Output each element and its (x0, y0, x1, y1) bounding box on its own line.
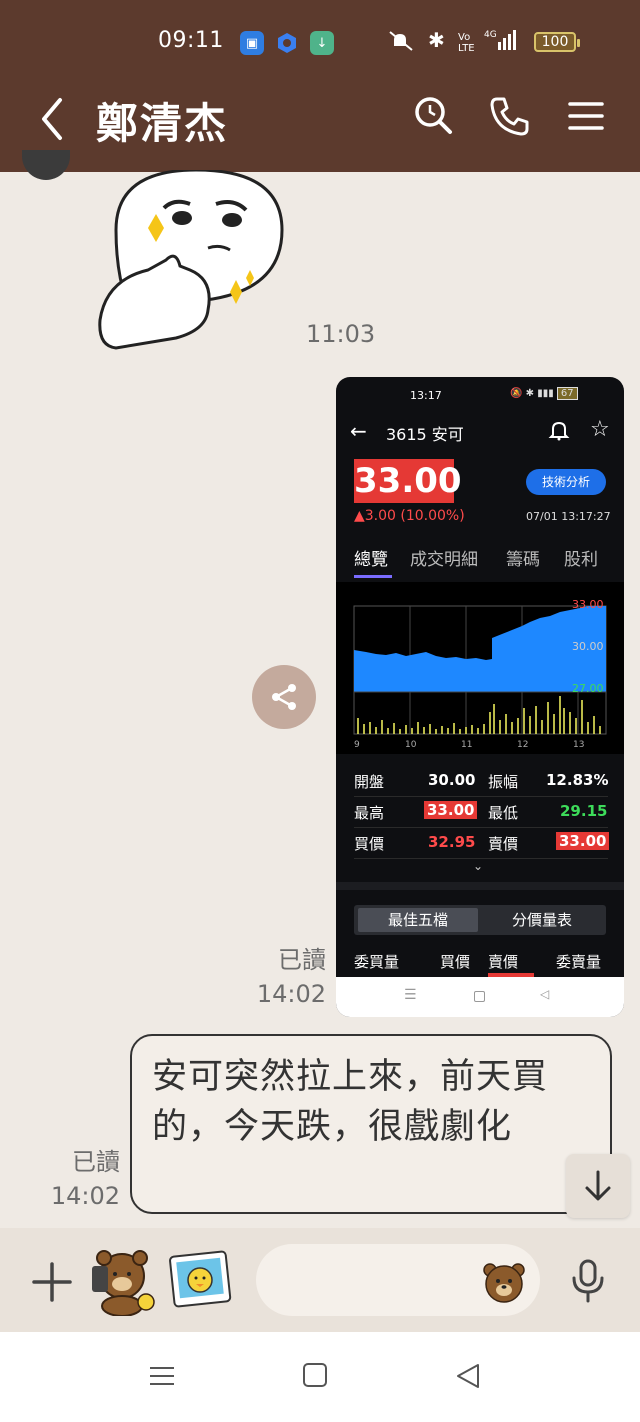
price-change: ▲3.00 (10.00%) (354, 508, 465, 524)
back-nav-icon[interactable] (454, 1362, 482, 1394)
bid-label: 買價 (354, 835, 385, 853)
segment-price-volume: 分價量表 (511, 911, 572, 929)
volte-icon: Vo LTE (458, 32, 475, 54)
search-icon[interactable] (412, 94, 456, 138)
signal-icon: 4G (484, 28, 520, 56)
battery-indicator: 100 (534, 32, 580, 52)
screenshot-back-icon: ← (350, 419, 367, 443)
share-icon (272, 684, 296, 710)
low-label: 最低 (488, 804, 519, 822)
svg-text:4G: 4G (484, 30, 497, 40)
arrow-down-icon (585, 1170, 611, 1201)
chart-x-tick: 13 (573, 740, 585, 750)
open-label: 開盤 (354, 773, 385, 791)
chart-y-high: 33.00 (572, 598, 604, 611)
contact-name: 鄭清杰 (96, 99, 229, 148)
chart-x-tick: 10 (405, 740, 417, 750)
sticker-message[interactable] (96, 168, 296, 355)
high-value: 33.00 (424, 801, 478, 819)
low-value: 29.15 (560, 802, 608, 820)
image-timestamp: 14:02 (256, 980, 326, 1008)
summary-row: 開盤 30.00 振幅 12.83% (354, 767, 608, 797)
chart-y-low: 27.00 (572, 682, 604, 695)
sticker-shop-button[interactable] (168, 1246, 236, 1316)
text-timestamp: 14:02 (50, 1182, 120, 1210)
text-message-bubble[interactable]: 安可突然拉上來，前天買的，今天跌，很戲劇化 (130, 1034, 612, 1214)
recent-apps-icon[interactable] (148, 1362, 176, 1394)
column-bid-volume: 委買量 (354, 953, 400, 971)
quote-datetime: 07/01 13:17:27 (526, 510, 611, 523)
image-read-receipt: 已讀 14:02 (250, 943, 326, 1011)
expand-chevron-icon: ⌄ (473, 859, 484, 873)
screenshot-status-icons: 🔕 ✱ ▮▮▮ 67 (510, 387, 578, 400)
tab-chips: 籌碼 (506, 550, 540, 570)
screenshot-home-icon (474, 991, 485, 1002)
status-time: 09:11 (158, 28, 224, 53)
android-app-icon: ▣ (240, 31, 264, 55)
scroll-to-bottom-button[interactable] (566, 1154, 630, 1218)
message-input-bar (0, 1228, 640, 1332)
emoji-icon[interactable] (482, 1260, 526, 1308)
sticker-timestamp: 11:03 (306, 320, 376, 348)
amplitude-label: 振幅 (488, 773, 519, 791)
open-value: 30.00 (428, 771, 476, 789)
tab-dividend: 股利 (564, 550, 598, 570)
sender-avatar[interactable] (22, 150, 70, 180)
read-label: 已讀 (72, 1148, 120, 1176)
stock-screenshot-image[interactable]: 13:17 🔕 ✱ ▮▮▮ 67 ← 3615 安可 ☆ 33.00 ▲3.00… (336, 377, 624, 1017)
system-navigation-bar (0, 1332, 640, 1422)
stock-tabs: 總覽 成交明細 籌碼 股利 (354, 545, 624, 579)
bid-value: 32.95 (428, 833, 476, 851)
summary-row: 最高 33.00 最低 29.15 (354, 798, 608, 828)
high-label: 最高 (354, 804, 385, 822)
message-text: 安可突然拉上來，前天買的，今天跌，很戲劇化 (152, 1057, 549, 1147)
status-bar: 09:11 ▣ ↓ ✱ Vo LTE 4G 100 (0, 0, 640, 64)
column-ask-price: 賣價 (488, 953, 519, 971)
star-icon: ☆ (590, 417, 610, 442)
tab-trade-details: 成交明細 (410, 550, 478, 570)
chart-x-tick: 11 (461, 740, 473, 750)
active-tab-underline (354, 575, 392, 578)
stock-title: 3615 安可 (386, 425, 464, 444)
stock-price: 33.00 (354, 459, 462, 503)
section-separator (336, 882, 624, 890)
text-read-receipt: 已讀 14:02 (44, 1145, 120, 1213)
home-icon[interactable] (302, 1362, 328, 1392)
screenshot-back-nav-icon: ◁ (540, 987, 550, 1001)
screenshot-battery: 67 (556, 387, 578, 400)
tab-overview: 總覽 (354, 550, 388, 570)
ask-value: 33.00 (556, 832, 610, 850)
chat-header: 鄭清杰 (0, 64, 640, 172)
screenshot-status-time: 13:17 (410, 389, 442, 402)
shield-app-icon (275, 31, 299, 55)
brown-sticker-button[interactable] (88, 1246, 156, 1317)
column-bid-price: 買價 (440, 953, 471, 971)
phone-icon[interactable] (488, 94, 532, 138)
microphone-icon[interactable] (568, 1258, 608, 1308)
back-icon[interactable] (34, 94, 74, 144)
mute-icon (388, 30, 416, 56)
download-app-icon: ↓ (310, 31, 334, 55)
menu-icon[interactable] (564, 94, 608, 138)
screenshot-navbar: ☰ ◁ (336, 977, 624, 1017)
plus-icon[interactable] (30, 1260, 74, 1308)
amplitude-value: 12.83% (546, 771, 609, 789)
read-label: 已讀 (278, 946, 326, 974)
screenshot-menu-icon: ☰ (404, 987, 417, 1003)
share-button[interactable] (252, 665, 316, 729)
segment-best5: 最佳五檔 (358, 908, 478, 932)
bluetooth-icon: ✱ (428, 28, 445, 52)
orderbook-segment: 最佳五檔 分價量表 (354, 905, 606, 935)
chart-x-tick: 12 (517, 740, 529, 750)
ask-label: 賣價 (488, 835, 519, 853)
column-ask-volume: 委賣量 (556, 953, 602, 971)
intraday-chart: 33.00 30.00 27.00 9 10 11 12 13 (336, 582, 624, 754)
tech-analysis-button: 技術分析 (526, 469, 606, 495)
chart-y-mid: 30.00 (572, 640, 604, 653)
summary-row: 買價 32.95 賣價 33.00 (354, 829, 610, 859)
bell-icon (548, 419, 570, 445)
chart-x-tick: 9 (354, 740, 360, 750)
